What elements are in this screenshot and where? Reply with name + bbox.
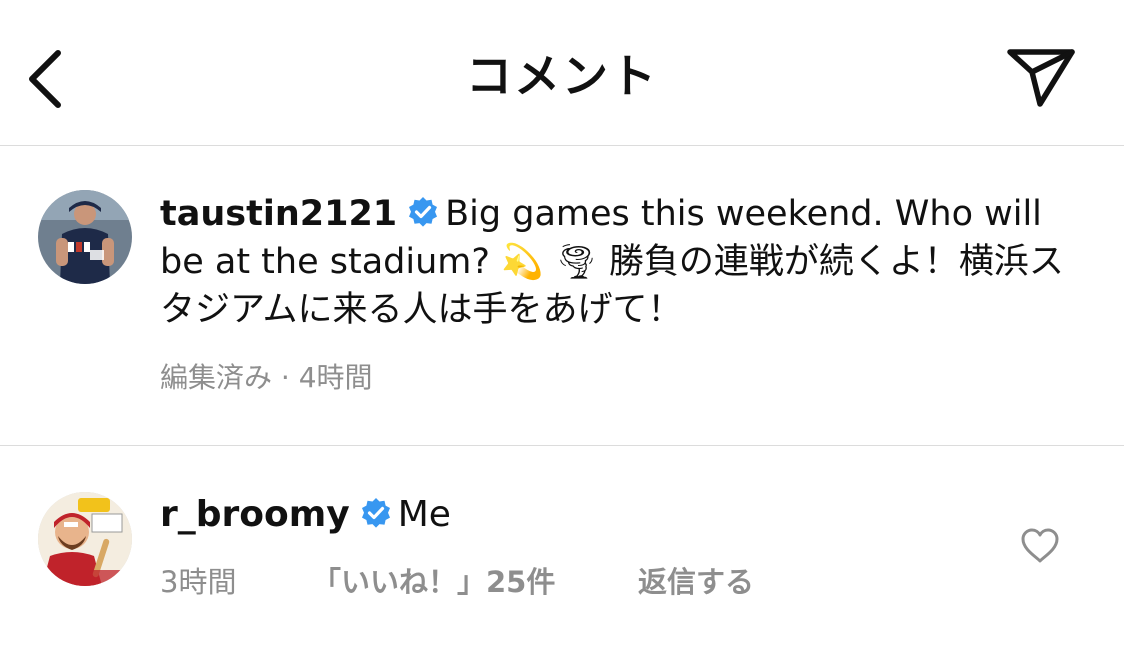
verified-badge-icon — [360, 497, 392, 529]
share-button[interactable] — [1002, 42, 1080, 112]
page-title: コメント — [466, 49, 658, 103]
post-meta: 編集済み · 4時間 — [160, 358, 373, 398]
header-bar: コメント — [0, 0, 1124, 146]
like-button[interactable] — [1019, 527, 1061, 565]
comment-body: r_broomy Me — [160, 490, 451, 540]
heart-outline-icon — [1021, 528, 1059, 563]
paper-plane-icon — [1007, 49, 1075, 107]
edited-label: 編集済み — [160, 361, 273, 394]
meta-separator: · — [280, 361, 290, 394]
post-author-avatar[interactable] — [38, 190, 132, 284]
comment-text: Me — [397, 494, 451, 535]
commenter-avatar[interactable] — [38, 492, 132, 586]
likes-count-button[interactable]: 「いいね！」25件 — [312, 562, 555, 602]
post-author-username[interactable]: taustin2121 — [160, 194, 397, 234]
post-caption: taustin2121 Big games this weekend. Who w… — [160, 190, 1080, 334]
divider — [0, 445, 1124, 446]
dizzy-emoji: 💫 — [501, 242, 544, 282]
avatar-image — [38, 492, 132, 586]
comment-time: 3時間 — [160, 565, 237, 599]
commenter-username[interactable]: r_broomy — [160, 494, 350, 535]
verified-badge-icon — [407, 196, 439, 228]
reply-button[interactable]: 返信する — [638, 562, 754, 602]
avatar-image — [38, 190, 132, 284]
post-time: 4時間 — [298, 361, 373, 394]
tornado-emoji: 🌪 — [554, 242, 598, 282]
